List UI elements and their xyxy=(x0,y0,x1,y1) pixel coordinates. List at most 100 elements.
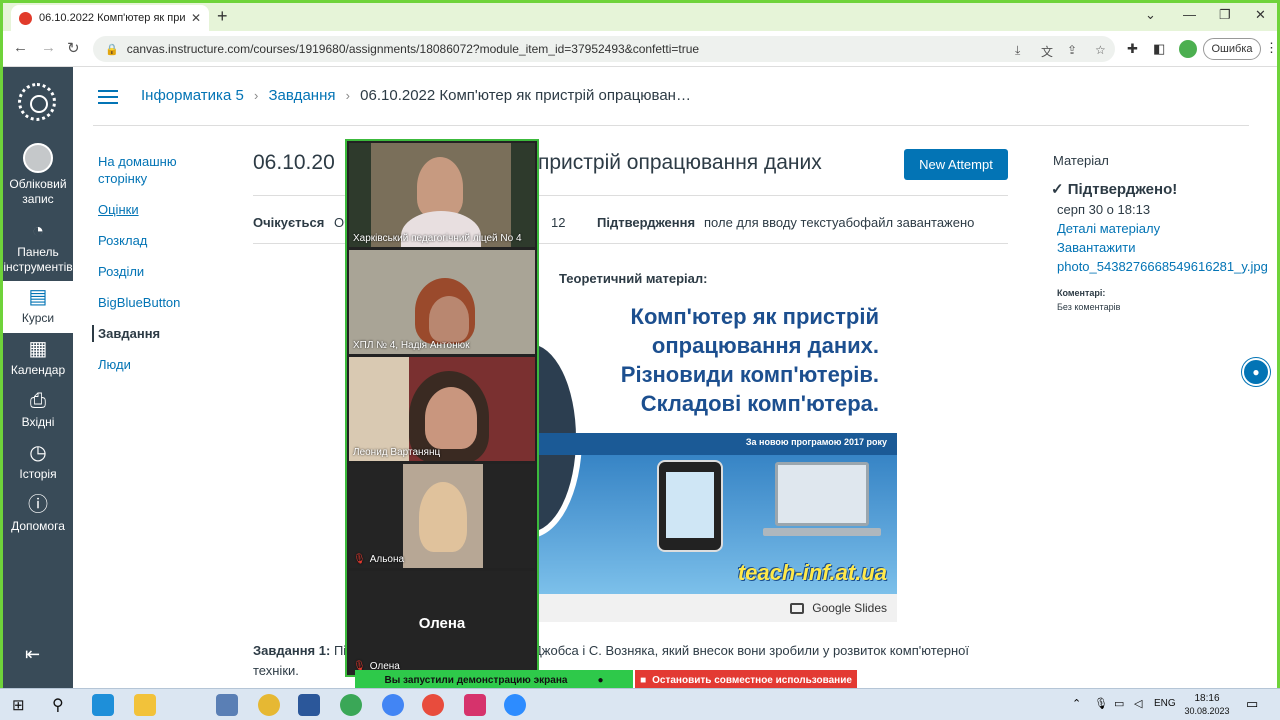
nav-help[interactable]: ⓘ Допомога xyxy=(3,493,73,534)
install-icon[interactable]: ⤓ xyxy=(1015,43,1020,58)
notification-icon[interactable]: ▭ xyxy=(1246,696,1258,712)
extensions-icon[interactable]: ✚ xyxy=(1127,41,1138,57)
taskbar: ⊞ ⚲ ⌃ 🎙 ▭ ◁ ENG 18:16 30.08.2023 ▭ xyxy=(0,688,1280,720)
course-nav-people[interactable]: Люди xyxy=(98,356,218,373)
collapse-nav-icon[interactable]: ⇤ xyxy=(25,644,40,665)
app-icon[interactable] xyxy=(422,694,444,716)
word-icon[interactable] xyxy=(298,694,320,716)
profile-avatar[interactable] xyxy=(1179,40,1197,58)
laptop-base-image xyxy=(763,528,881,536)
new-attempt-button[interactable]: New Attempt xyxy=(904,149,1008,180)
file-link[interactable]: photo_5438276668549616281_y.jpg xyxy=(1057,259,1277,274)
chevron-down-icon[interactable]: ⌄ xyxy=(1145,7,1156,23)
task-text-end: Джобса і С. Возняка, який внесок вони зр… xyxy=(533,643,969,658)
video-tile[interactable]: Харківський педагогічний ліцей No 4 xyxy=(349,143,535,247)
participant-name: 🎙 Альона xyxy=(353,554,405,565)
back-button[interactable]: ← xyxy=(13,39,28,56)
submission-details-link[interactable]: Деталі матеріалу xyxy=(1057,221,1277,236)
course-nav-grades[interactable]: Оцінки xyxy=(98,201,218,218)
zoom-icon[interactable] xyxy=(504,694,526,716)
nav-inbox[interactable]: ⎙ Вхідні xyxy=(3,389,73,430)
download-link[interactable]: Завантажити xyxy=(1057,240,1277,255)
divider xyxy=(93,125,1249,126)
canvas-logo-icon[interactable] xyxy=(18,83,56,121)
translate-icon[interactable]: 文 xyxy=(1041,43,1053,60)
breadcrumb-separator: › xyxy=(253,88,259,103)
nav-dashboard[interactable]: ◔ Панель інструментів xyxy=(3,219,73,275)
chevron-up-icon[interactable]: ⌃ xyxy=(1072,697,1081,710)
chat-bubble-icon[interactable]: ● xyxy=(1242,358,1270,386)
video-tile[interactable]: ХПЛ № 4, Надія Антонюк xyxy=(349,250,535,354)
task-text-line2: техніки. xyxy=(253,663,299,678)
battery-icon[interactable]: ▭ xyxy=(1114,697,1124,710)
chrome-icon[interactable] xyxy=(340,694,362,716)
hamburger-menu-icon[interactable] xyxy=(98,90,118,104)
submission-value: поле для вводу текстуабофайл завантажено xyxy=(704,215,975,230)
edge-icon[interactable] xyxy=(92,694,114,716)
video-tile[interactable]: 🎙 Альона xyxy=(349,464,535,568)
task-label: Завдання 1: xyxy=(253,643,331,658)
close-icon[interactable]: ✕ xyxy=(191,11,201,25)
page-title: 06.10.20 пристрій опрацювання даних xyxy=(253,151,822,175)
browser-toolbar: ← → ↻ 🔒 canvas.instructure.com/courses/1… xyxy=(3,31,1277,67)
participant-name: Харківський педагогічний ліцей No 4 xyxy=(353,233,522,244)
volume-icon[interactable]: ◁ xyxy=(1134,697,1142,710)
menu-kebab-icon[interactable]: ⋮ xyxy=(1265,40,1277,56)
browser-tab[interactable]: 06.10.2022 Комп'ютер як пристр ✕ xyxy=(11,5,209,31)
browser-window: 06.10.2022 Комп'ютер як пристр ✕ + ⌄ — ❐… xyxy=(0,0,1280,720)
clock[interactable]: 18:16 30.08.2023 xyxy=(1178,692,1236,718)
side-panel-icon[interactable]: ◧ xyxy=(1153,41,1165,57)
breadcrumb: Інформатика 5 › Завдання › 06.10.2022 Ко… xyxy=(141,87,691,104)
nav-account[interactable]: Обліковий запис xyxy=(3,143,73,207)
chrome-icon[interactable] xyxy=(382,694,404,716)
nav-inbox-label: Вхідні xyxy=(21,415,55,429)
google-slides-bar[interactable]: Google Slides xyxy=(537,594,897,622)
course-nav-syllabus[interactable]: Розклад xyxy=(98,232,218,249)
title-start: 06.10.20 xyxy=(253,151,335,174)
submission-confirmed: ✓ Підтверджено! xyxy=(1051,180,1277,198)
share-icon[interactable]: ⇪ xyxy=(1067,43,1077,57)
save-app-icon[interactable] xyxy=(216,694,238,716)
course-nav-assignments[interactable]: Завдання xyxy=(92,325,218,342)
error-button[interactable]: Ошибка xyxy=(1203,38,1261,60)
language-indicator[interactable]: ENG xyxy=(1154,698,1176,709)
embedded-slide[interactable]: Комп'ютер як пристрій опрацювання даних.… xyxy=(537,298,897,594)
maximize-button[interactable]: ❐ xyxy=(1219,7,1231,23)
stop-share-button[interactable]: ■ Остановить совместное использование xyxy=(635,670,857,690)
course-nav-modules[interactable]: Розділи xyxy=(98,263,218,280)
breadcrumb-course[interactable]: Інформатика 5 xyxy=(141,87,244,104)
nav-history[interactable]: ◷ Історія xyxy=(3,441,73,482)
participant-face xyxy=(425,387,477,449)
search-icon[interactable]: ⚲ xyxy=(52,695,64,715)
app-icon[interactable] xyxy=(464,694,486,716)
slide-program-label: За новою програмою 2017 року xyxy=(745,437,887,447)
mic-icon[interactable]: 🎙 xyxy=(1094,697,1108,710)
global-nav: Обліковий запис ◔ Панель інструментів ▤ … xyxy=(3,67,73,691)
minimize-button[interactable]: — xyxy=(1183,7,1196,22)
file-explorer-icon[interactable] xyxy=(134,694,156,716)
video-tile[interactable]: Леонид Вартанянц xyxy=(349,357,535,461)
nav-dashboard-label: Панель інструментів xyxy=(3,245,73,274)
forward-button[interactable]: → xyxy=(41,39,56,56)
nav-calendar[interactable]: ▦ Календар xyxy=(3,337,73,378)
nav-account-label: Обліковий запис xyxy=(9,177,67,206)
bookmark-star-icon[interactable]: ☆ xyxy=(1095,43,1106,57)
close-window-button[interactable]: ✕ xyxy=(1255,7,1266,23)
new-tab-button[interactable]: + xyxy=(217,6,228,27)
address-bar[interactable]: 🔒 canvas.instructure.com/courses/1919680… xyxy=(93,36,1115,62)
breadcrumb-assignments[interactable]: Завдання xyxy=(268,87,335,104)
points-value: 12 xyxy=(551,215,566,230)
course-nav-home[interactable]: На домашню сторінку xyxy=(98,153,218,187)
course-nav-bigbluebutton[interactable]: BigBlueButton xyxy=(98,294,218,311)
participant-face xyxy=(429,296,469,342)
windows-start-icon[interactable]: ⊞ xyxy=(12,696,25,714)
breadcrumb-separator: › xyxy=(345,88,350,103)
chrome-icon[interactable] xyxy=(258,694,280,716)
video-tile[interactable]: Олена 🎙 Олена xyxy=(349,571,535,675)
slide-title: Комп'ютер як пристрій опрацювання даних.… xyxy=(620,304,879,416)
tab-title: 06.10.2022 Комп'ютер як пристр xyxy=(39,12,185,24)
nav-courses[interactable]: ▤ Курси xyxy=(3,281,73,333)
google-slides-label: Google Slides xyxy=(812,601,887,615)
reload-button[interactable]: ↻ xyxy=(67,39,80,57)
clock-time: 18:16 xyxy=(1194,693,1220,704)
